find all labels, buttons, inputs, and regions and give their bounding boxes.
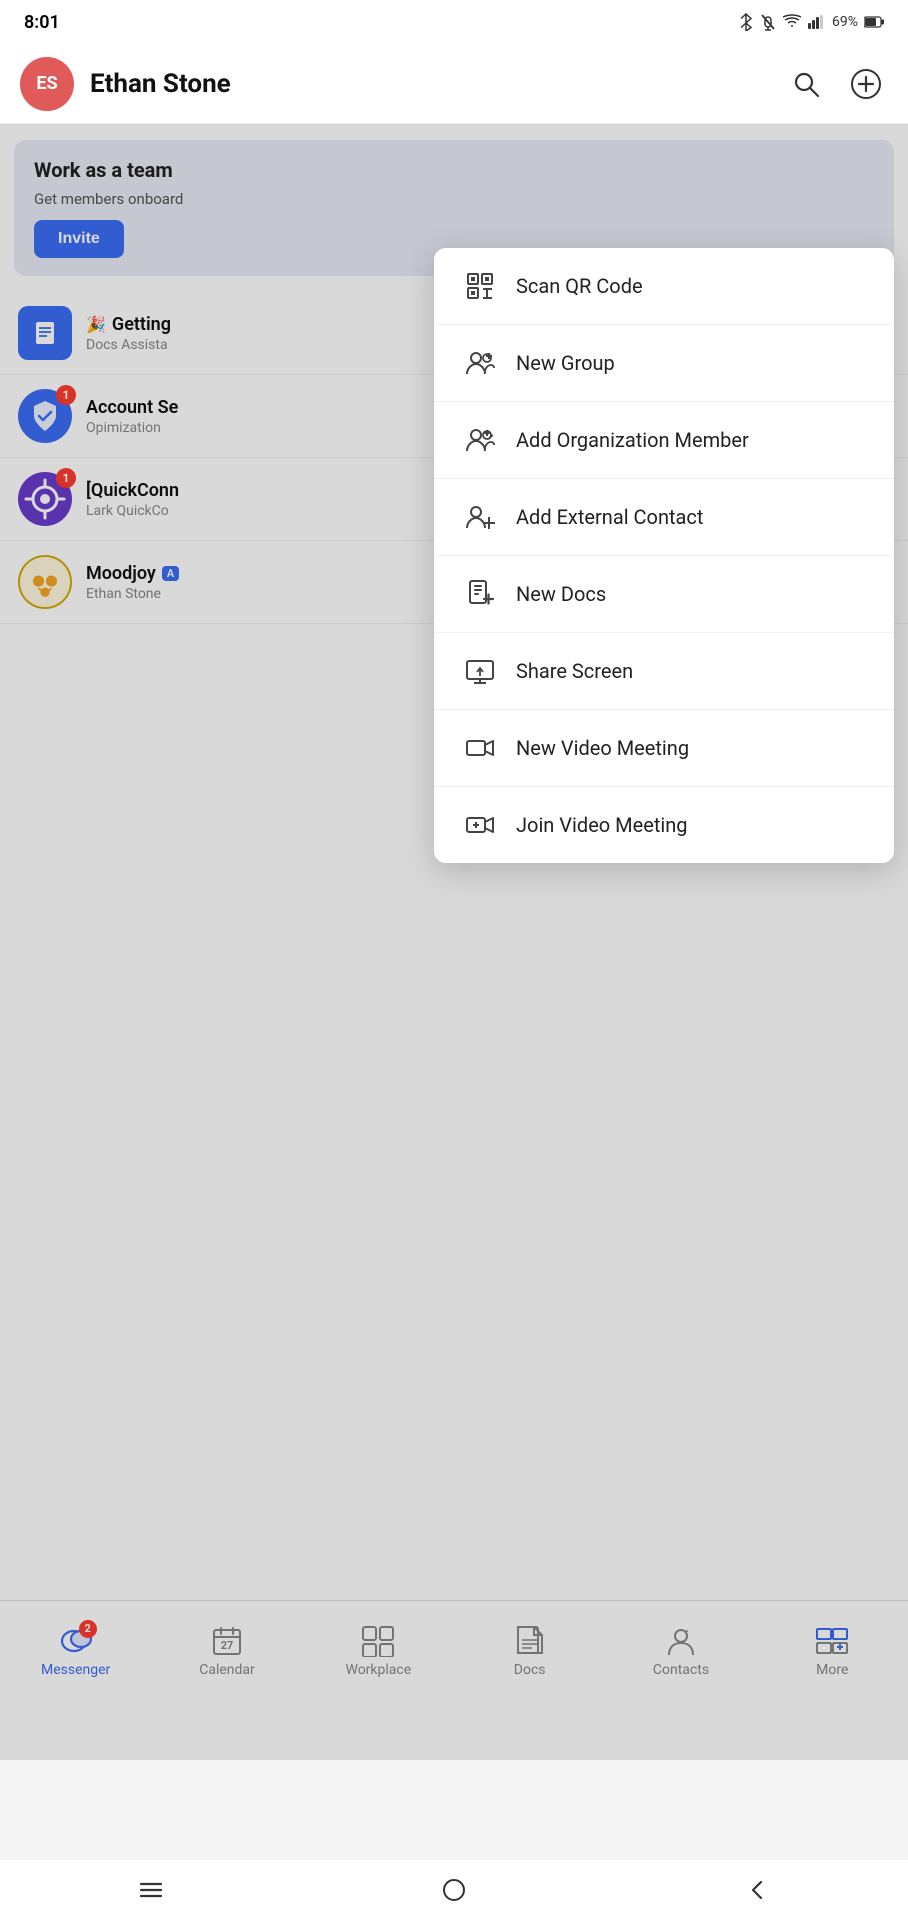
add-icon xyxy=(850,68,882,100)
battery-text: 69% xyxy=(832,14,858,30)
main-content: Work as a team Get members onboard Invit… xyxy=(0,124,908,1760)
system-nav xyxy=(0,1860,908,1920)
add-external-icon xyxy=(462,499,498,535)
battery-icon xyxy=(864,16,884,28)
header: ES Ethan Stone xyxy=(0,44,908,124)
menu-item-new-docs[interactable]: New Docs xyxy=(434,556,894,633)
search-icon xyxy=(791,69,821,99)
share-screen-icon xyxy=(462,653,498,689)
join-video-icon xyxy=(462,807,498,843)
video-icon xyxy=(462,730,498,766)
menu-item-share-screen[interactable]: Share Screen xyxy=(434,633,894,710)
menu-item-join-video-meeting[interactable]: Join Video Meeting xyxy=(434,787,894,863)
menu-item-new-video-meeting[interactable]: New Video Meeting xyxy=(434,710,894,787)
status-icons: 69% xyxy=(738,13,884,31)
menu-label-add-external: Add External Contact xyxy=(516,505,703,529)
menu-label-new-video: New Video Meeting xyxy=(516,736,689,760)
add-button[interactable] xyxy=(844,62,888,106)
menu-label-add-org: Add Organization Member xyxy=(516,428,749,452)
status-time: 8:01 xyxy=(24,12,60,33)
volume-mute-icon xyxy=(760,13,776,31)
avatar[interactable]: ES xyxy=(20,57,74,111)
recent-apps-button[interactable] xyxy=(126,1870,176,1910)
wifi-icon xyxy=(782,14,802,30)
menu-label-new-docs: New Docs xyxy=(516,582,606,606)
menu-label-scan-qr: Scan QR Code xyxy=(516,274,643,298)
add-org-icon xyxy=(462,422,498,458)
dropdown-menu: Scan QR Code New Group xyxy=(434,248,894,863)
group-icon xyxy=(462,345,498,381)
docs-icon xyxy=(462,576,498,612)
menu-item-add-external[interactable]: Add External Contact xyxy=(434,479,894,556)
menu-item-add-org-member[interactable]: Add Organization Member xyxy=(434,402,894,479)
status-bar: 8:01 69% xyxy=(0,0,908,44)
menu-label-share-screen: Share Screen xyxy=(516,659,633,683)
back-button[interactable] xyxy=(732,1870,782,1910)
menu-label-join-video: Join Video Meeting xyxy=(516,813,688,837)
signal-icon xyxy=(808,15,826,29)
home-button[interactable] xyxy=(429,1870,479,1910)
menu-label-new-group: New Group xyxy=(516,351,615,375)
bluetooth-icon xyxy=(738,13,754,31)
menu-item-new-group[interactable]: New Group xyxy=(434,325,894,402)
search-button[interactable] xyxy=(784,62,828,106)
scan-icon xyxy=(462,268,498,304)
header-icons xyxy=(784,62,888,106)
header-user-name: Ethan Stone xyxy=(90,69,784,99)
menu-item-scan-qr[interactable]: Scan QR Code xyxy=(434,248,894,325)
